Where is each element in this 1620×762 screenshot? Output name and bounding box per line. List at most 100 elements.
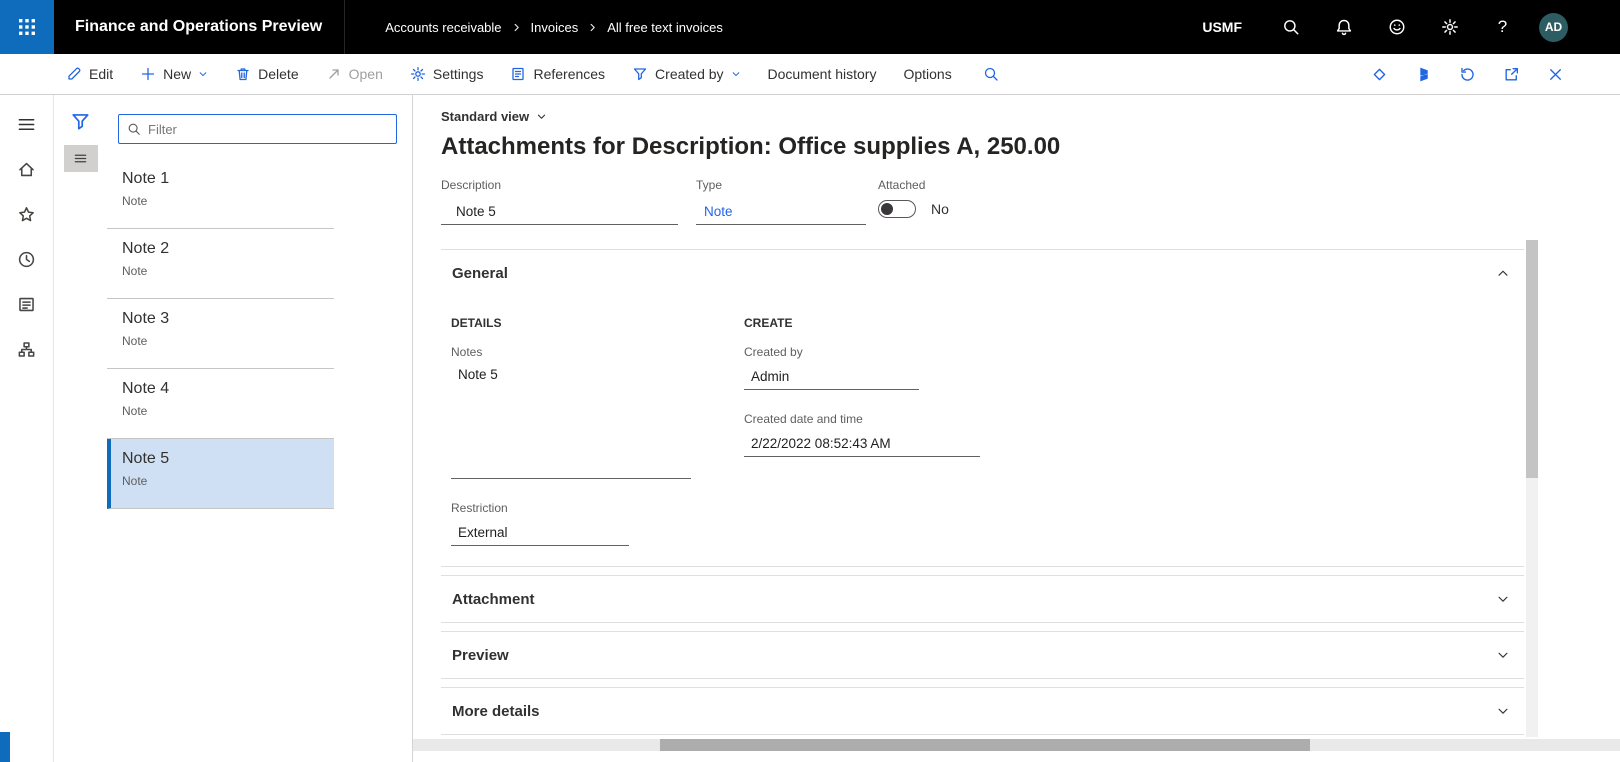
feedback-button[interactable] (1370, 0, 1423, 54)
star-icon (17, 205, 36, 224)
filter-funnel-icon (632, 66, 648, 82)
section-more-details: More details (441, 687, 1524, 735)
delete-button[interactable]: Delete (235, 66, 298, 82)
close-icon[interactable] (1547, 66, 1564, 83)
global-search-button[interactable] (1264, 0, 1317, 54)
notes-textarea[interactable]: Note 5 (451, 359, 691, 479)
create-group-header: CREATE (744, 316, 984, 330)
notes-label: Notes (451, 345, 691, 359)
section-preview: Preview (441, 631, 1524, 679)
open-button[interactable]: Open (326, 66, 383, 82)
vertical-scrollbar[interactable] (1526, 240, 1538, 737)
note-list: Note 1 Note Note 2 Note Note 3 Note Note… (107, 159, 334, 509)
app-launcher-button[interactable] (0, 0, 54, 54)
open-in-new-window-icon[interactable] (1503, 66, 1520, 83)
help-button[interactable]: ? (1476, 0, 1529, 54)
breadcrumb-item-page[interactable]: All free text invoices (607, 20, 723, 35)
company-selector[interactable]: USMF (1202, 19, 1242, 35)
note-list-item[interactable]: Note 2 Note (107, 229, 334, 299)
header-fields-row: Description Note 5 Type Note Attached No (441, 178, 1620, 225)
notes-list-panel: Note 1 Note Note 2 Note Note 3 Note Note… (54, 95, 413, 762)
chevron-down-icon (198, 69, 208, 79)
nav-recent-button[interactable] (7, 240, 47, 279)
note-title: Note 5 (122, 450, 334, 468)
created-by-filter-button[interactable]: Created by (632, 66, 740, 82)
chevron-down-icon (1496, 592, 1510, 606)
vertical-scrollbar-thumb[interactable] (1526, 240, 1538, 478)
open-icon (326, 66, 342, 82)
view-selector[interactable]: Standard view (441, 109, 547, 124)
edit-button[interactable]: Edit (66, 66, 113, 82)
breadcrumb-item-area[interactable]: Invoices (531, 20, 579, 35)
type-input[interactable]: Note (696, 198, 866, 225)
nav-home-button[interactable] (7, 150, 47, 189)
notifications-button[interactable] (1317, 0, 1370, 54)
attached-toggle[interactable] (878, 200, 916, 218)
section-more-details-header[interactable]: More details (441, 688, 1524, 734)
forms-icon (17, 295, 36, 314)
horizontal-scrollbar-thumb[interactable] (660, 739, 1310, 751)
document-icon (510, 66, 526, 82)
type-field: Type Note (696, 178, 866, 225)
section-preview-header[interactable]: Preview (441, 632, 1524, 678)
note-title: Note 4 (122, 380, 334, 398)
filter-funnel-icon (70, 111, 91, 132)
new-button[interactable]: New (140, 66, 208, 82)
list-view-toggle-button[interactable] (64, 145, 98, 172)
created-datetime-input[interactable]: 2/22/2022 08:52:43 AM (744, 430, 980, 457)
attached-state: No (931, 201, 949, 217)
description-input[interactable]: Note 5 (441, 198, 678, 225)
page-title: Attachments for Description: Office supp… (441, 133, 1620, 161)
breadcrumb: Accounts receivable Invoices All free te… (385, 20, 723, 35)
note-list-item[interactable]: Note 4 Note (107, 369, 334, 439)
pencil-icon (66, 66, 82, 82)
note-title: Note 2 (122, 240, 334, 258)
references-button[interactable]: References (510, 66, 605, 82)
chevron-up-icon (1496, 266, 1510, 280)
document-history-button[interactable]: Document history (768, 66, 877, 82)
section-attachment: Attachment (441, 575, 1524, 623)
restriction-input[interactable]: External (451, 519, 629, 546)
waffle-icon (18, 18, 36, 36)
options-menu-button[interactable]: Options (903, 66, 951, 82)
note-list-item-selected[interactable]: Note 5 Note (107, 439, 334, 509)
section-attachment-header[interactable]: Attachment (441, 576, 1524, 622)
user-avatar[interactable]: AD (1539, 13, 1568, 42)
breadcrumb-item-module[interactable]: Accounts receivable (385, 20, 501, 35)
note-type: Note (122, 334, 334, 348)
power-apps-icon[interactable] (1371, 66, 1388, 83)
note-list-item[interactable]: Note 1 Note (107, 159, 334, 229)
note-list-item[interactable]: Note 3 Note (107, 299, 334, 369)
filter-field (118, 114, 397, 144)
horizontal-scrollbar[interactable] (413, 739, 1620, 751)
created-datetime-field: Created date and time 2/22/2022 08:52:43… (744, 412, 980, 457)
list-lines-icon (73, 151, 88, 166)
filter-input[interactable] (148, 122, 388, 137)
chevron-down-icon (536, 111, 547, 122)
note-title: Note 3 (122, 310, 334, 328)
settings-button[interactable] (1423, 0, 1476, 54)
hamburger-icon (17, 115, 36, 134)
action-search-button[interactable] (983, 66, 999, 82)
trash-icon (235, 66, 251, 82)
hierarchy-icon (17, 340, 36, 359)
nav-modules-button[interactable] (7, 330, 47, 369)
note-type: Note (122, 194, 334, 208)
nav-menu-button[interactable] (7, 105, 47, 144)
section-general-header[interactable]: General (441, 250, 1524, 296)
created-by-label: Created by (744, 345, 919, 359)
nav-accent-strip (0, 732, 10, 762)
nav-workspaces-button[interactable] (7, 285, 47, 324)
home-icon (17, 160, 36, 179)
app-title[interactable]: Finance and Operations Preview (75, 18, 322, 36)
nav-favorites-button[interactable] (7, 195, 47, 234)
gear-icon (410, 66, 426, 82)
breadcrumb-chevron-icon (511, 22, 522, 33)
dynamics365-icon[interactable] (1415, 66, 1432, 83)
details-content: Standard view Attachments for Descriptio… (413, 95, 1620, 762)
settings-menu-button[interactable]: Settings (410, 66, 484, 82)
list-filter-button[interactable] (70, 111, 91, 132)
refresh-icon[interactable] (1459, 66, 1476, 83)
created-by-input[interactable]: Admin (744, 363, 919, 390)
list-column: Note 1 Note Note 2 Note Note 3 Note Note… (107, 95, 412, 762)
